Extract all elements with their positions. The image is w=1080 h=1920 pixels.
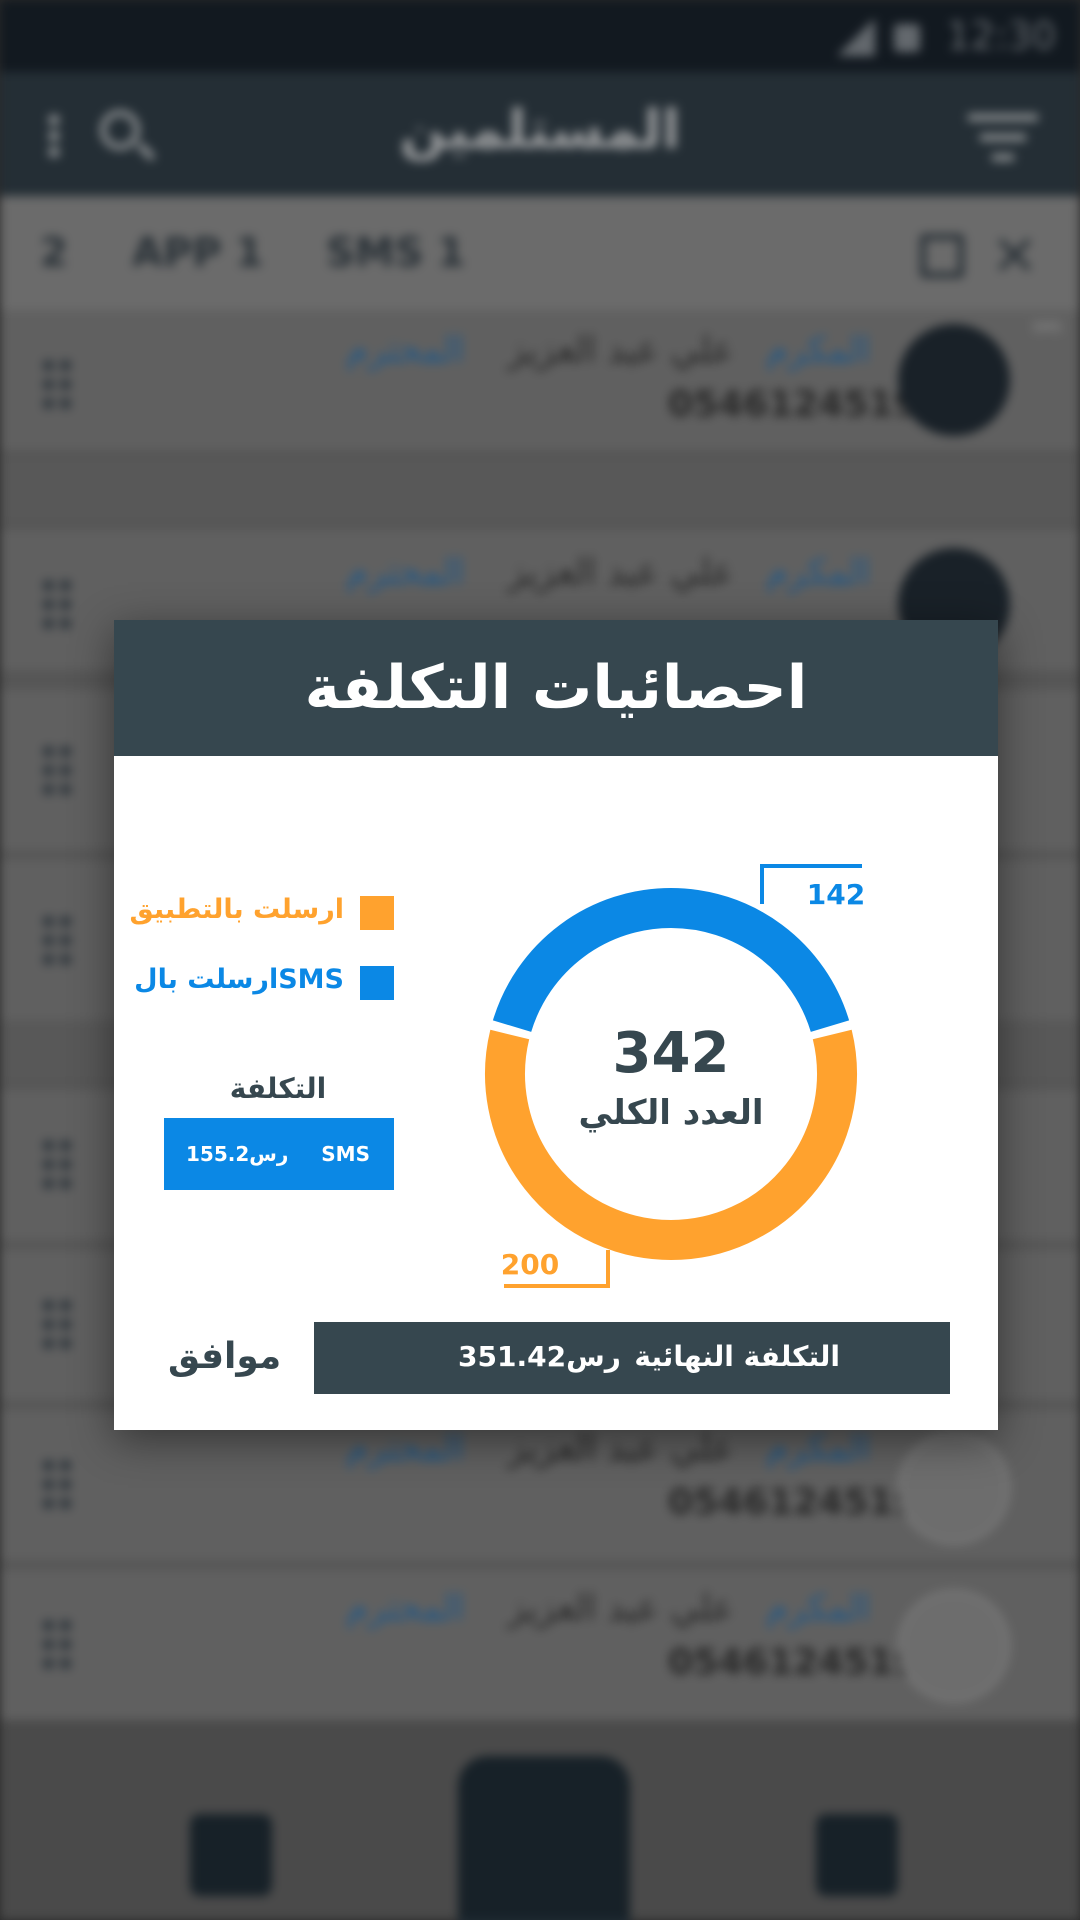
legend-swatch-app [360,896,394,930]
sms-cost-box: SMS 155.2رس [164,1118,394,1190]
final-cost-label: التكلفة النهائية [634,1340,840,1373]
donut-slice-sms [492,888,850,1033]
final-cost-value: 351.42رس [458,1340,621,1373]
legend-label-app: ارسلت بالتطبيق [129,894,344,925]
sms-cost-key: SMS [321,1142,370,1166]
sms-cost-value: 155.2رس [186,1142,289,1166]
legend-label-sms: ارسلت بالSMS [134,964,344,995]
legend-item-app: ارسلت بالتطبيق [130,894,394,930]
donut-chart: 342 العدد الكلي 142 200 [485,864,865,1288]
cost-stats-dialog: احصائيات التكلفة 342 العدد الكلي 142 200 ار… [114,620,998,1430]
callout-label-sms: 142 [807,878,865,911]
legend-item-sms: ارسلت بالSMS [134,964,394,1000]
final-cost-bar: التكلفة النهائية 351.42رس [314,1322,950,1394]
donut-total: 342 [613,1021,730,1086]
donut-total-label: العدد الكلي [578,1093,763,1133]
callout-label-app: 200 [501,1248,559,1281]
dialog-title: احصائيات التكلفة [114,620,998,756]
legend-swatch-sms [360,966,394,1000]
ok-button[interactable]: موافق [168,1336,281,1386]
cost-title: التكلفة [229,1072,327,1105]
